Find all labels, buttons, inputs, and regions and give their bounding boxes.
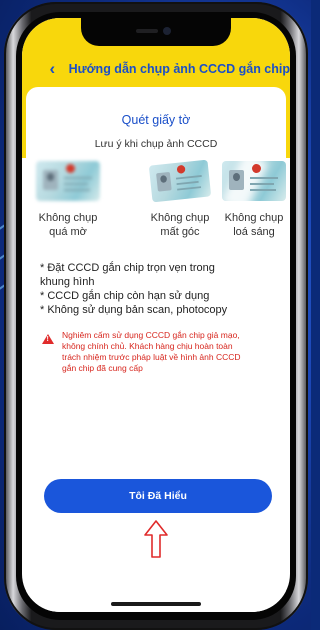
id-card-blurry-image [36, 161, 100, 201]
rule-line: * Không sử dụng bản scan, photocopy [40, 304, 228, 316]
notice-text: Lưu ý khi chụp ảnh CCCD [94, 138, 218, 150]
chevron-left-icon[interactable]: ‹ [38, 56, 67, 82]
id-card-tilted-image [148, 159, 212, 203]
rule-line: * CCCD gắn chip còn hạn sử dụng [40, 290, 210, 302]
warning-text: Nghiêm cấm sử dụng CCCD gắn chip giả mạo… [62, 330, 241, 373]
content-card: Quét giấy tờ Lưu ý khi chụp ảnh CCCD Khô… [26, 87, 286, 612]
sample-glare: Không chụp loá sáng [222, 161, 286, 239]
arrow-up-icon [144, 520, 168, 558]
rule-line: * Đặt CCCD gắn chip trọn vẹn trong [40, 262, 215, 274]
rule-line: khung hình [40, 276, 95, 288]
top-nav: ‹ Hướng dẫn chụp ảnh CCCD gắn chip [22, 56, 290, 82]
sample-caption: Không chụp loá sáng [224, 212, 284, 238]
sample-caption: Không chụp mất góc [150, 212, 210, 238]
home-indicator [111, 602, 201, 606]
phone-screen: ‹ Hướng dẫn chụp ảnh CCCD gắn chip Quét … [22, 18, 290, 612]
warning-box: ! Nghiêm cấm sử dụng CCCD gắn chip giả m… [42, 330, 278, 374]
confirm-button[interactable]: Tôi Đã Hiểu [44, 479, 272, 513]
warning-icon: ! [42, 334, 54, 344]
phone-notch [81, 18, 231, 46]
sample-caption: Không chụp quá mờ [38, 212, 98, 238]
sample-blurry: Không chụp quá mờ [36, 161, 100, 239]
id-card-glare-image [222, 161, 286, 201]
background: ‹ Hướng dẫn chụp ảnh CCCD gắn chip Quét … [0, 0, 311, 630]
phone-frame: ‹ Hướng dẫn chụp ảnh CCCD gắn chip Quét … [4, 2, 308, 630]
section-title: Quét giấy tờ [121, 113, 191, 127]
sample-images: Không chụp quá mờ Không chụp mất góc Khô… [36, 159, 286, 251]
front-camera [163, 27, 171, 35]
sample-missing-corner: Không chụp mất góc [148, 159, 212, 239]
speaker [136, 29, 158, 33]
rules-list: * Đặt CCCD gắn chip trọn vẹn trong khung… [40, 261, 276, 317]
page-title: Hướng dẫn chụp ảnh CCCD gắn chip [68, 62, 290, 76]
